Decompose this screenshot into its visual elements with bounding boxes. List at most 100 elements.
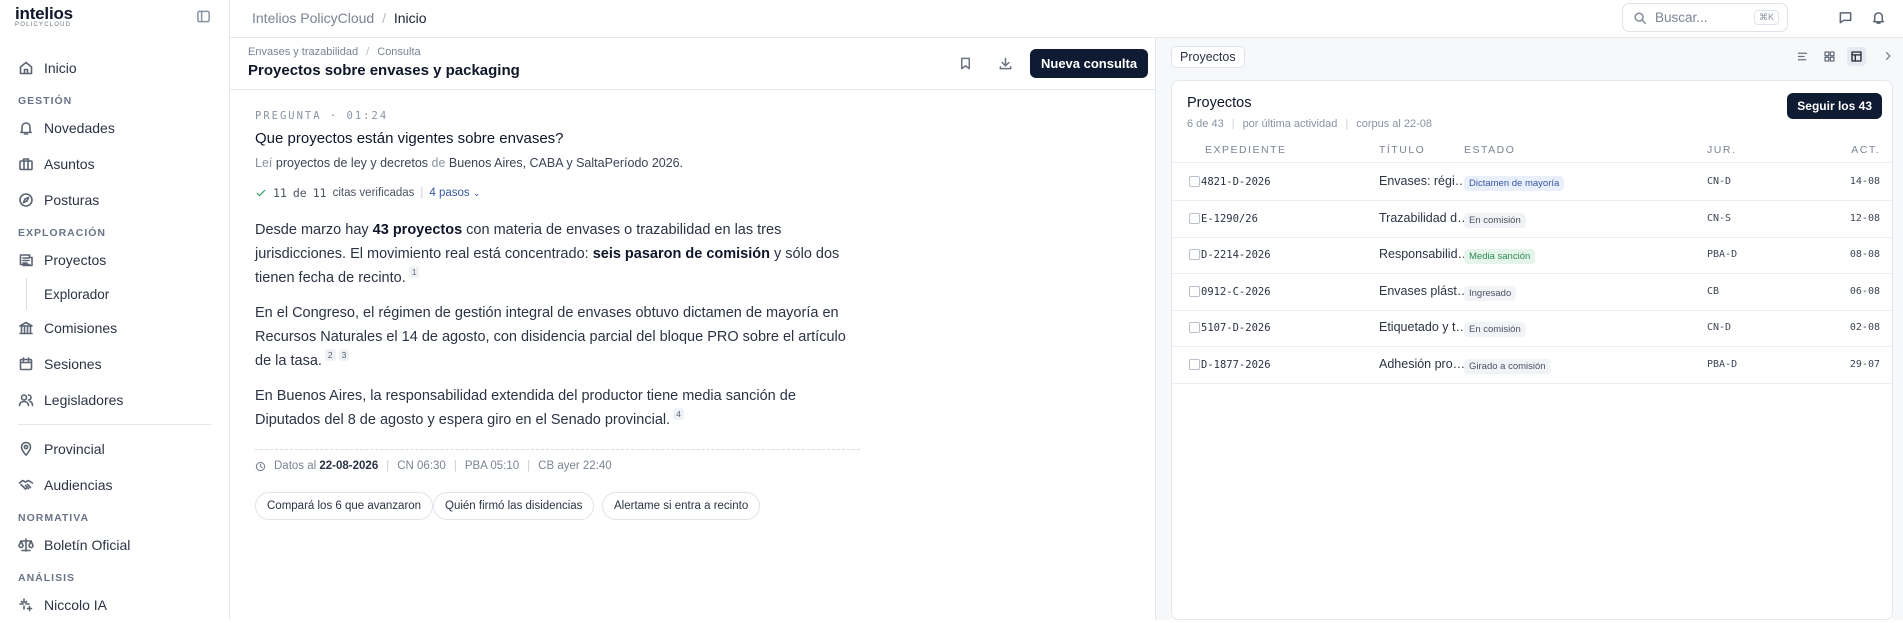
- table-row[interactable]: D-1877-2026 Adhesión provincialGirado a c…: [1172, 347, 1892, 384]
- row-actividad: 02-08: [1849, 322, 1880, 333]
- sidebar-item-novedades[interactable]: Novedades: [0, 110, 229, 146]
- sparkle-icon: [19, 598, 33, 612]
- data-freshness: Datos al 22-08-2026 | CN 06:30 | PBA 05:10…: [255, 460, 612, 472]
- card-title: Proyectos: [1187, 95, 1252, 111]
- freshness-cn: CN 06:30: [397, 460, 446, 472]
- follow-all-button[interactable]: Seguir los 43: [1787, 93, 1882, 119]
- card-subtitle: 6 de 43 | por última actividad | corpus …: [1187, 118, 1433, 130]
- steps-toggle[interactable]: 4 pasos ⌄: [429, 187, 480, 199]
- verification-row: 11 de 11 citas verificadas | 4 pasos ⌄: [255, 186, 480, 200]
- table-row[interactable]: 4821-D-2026 Envases: régimen de gestión i…: [1172, 164, 1892, 201]
- suggestion-chip-compare[interactable]: Compará los 6 que avanzaron: [255, 492, 434, 520]
- breadcrumb-app[interactable]: Intelios PolicyCloud: [252, 10, 374, 26]
- sidebar-item-comisiones[interactable]: Comisiones: [0, 310, 229, 346]
- citation-badge[interactable]: 4: [673, 408, 684, 420]
- row-checkbox[interactable]: [1189, 285, 1200, 297]
- row-expediente[interactable]: 4821-D-2026: [1201, 176, 1271, 188]
- table-row[interactable]: D-2214-2026 Responsabilidad extendida del…: [1172, 237, 1892, 274]
- calendar-icon: [19, 357, 33, 371]
- freshness-pba: PBA 05:10: [464, 460, 520, 472]
- table-view-button[interactable]: [1847, 47, 1866, 66]
- row-expediente[interactable]: E-1290/26: [1201, 213, 1258, 225]
- search-input[interactable]: Buscar... ⌘K: [1622, 3, 1788, 32]
- row-actividad: 12-08: [1849, 212, 1880, 224]
- sidebar-item-proyectos[interactable]: Proyectos: [0, 242, 229, 278]
- pin-icon: [20, 441, 32, 456]
- sidebar-item-provincial[interactable]: Provincial: [0, 431, 229, 467]
- col-titulo[interactable]: TÍTULO: [1379, 144, 1425, 156]
- scope-period: Período 2026.: [604, 156, 684, 170]
- col-estado[interactable]: ESTADO: [1464, 144, 1515, 156]
- sidebar-item-inicio[interactable]: Inicio: [0, 50, 229, 86]
- clock-icon: [255, 461, 266, 471]
- download-icon: [999, 57, 1012, 70]
- row-actividad: 14-08: [1849, 176, 1880, 187]
- bookmark-button[interactable]: [958, 56, 973, 71]
- brand-logo[interactable]: intelios POLICYCLOUD: [15, 4, 73, 28]
- sidebar-nav: Inicio GESTIÓN Novedades Asuntos Postura…: [0, 50, 229, 623]
- separator: |: [420, 187, 424, 199]
- col-act[interactable]: ACT.: [1851, 144, 1880, 156]
- row-jurisdiccion: CN-D: [1707, 176, 1732, 187]
- breadcrumb-separator: /: [382, 10, 386, 26]
- table-row[interactable]: 0912-C-2026 Envases plásticos Ingresado CB 0…: [1172, 274, 1892, 311]
- new-query-button[interactable]: Nueva consulta: [1030, 49, 1149, 78]
- sidebar-item-label: Audiencias: [44, 477, 113, 493]
- row-checkbox[interactable]: [1189, 358, 1200, 370]
- question-label: PREGUNTA · 01:24: [255, 110, 389, 122]
- row-checkbox[interactable]: [1189, 249, 1200, 260]
- row-checkbox[interactable]: [1189, 212, 1200, 224]
- breadcrumb-separator: /: [366, 46, 370, 58]
- row-checkbox[interactable]: [1189, 176, 1200, 187]
- row-checkbox[interactable]: [1189, 322, 1200, 333]
- sidebar-item-audiencias[interactable]: Audiencias: [0, 467, 229, 503]
- row-expediente[interactable]: 5107-D-2026: [1201, 322, 1271, 334]
- sidebar-item-explorador[interactable]: Explorador: [26, 278, 229, 310]
- sidebar-item-label: Sesiones: [44, 356, 102, 372]
- sort-order[interactable]: por última actividad: [1243, 118, 1338, 130]
- row-expediente[interactable]: 0912-C-2026: [1201, 286, 1271, 298]
- answer-paragraph-3: En Buenos Aires, la responsabilidad exte…: [255, 388, 796, 428]
- sidebar-item-label: Novedades: [44, 120, 115, 136]
- suggestion-chip-alert[interactable]: Alertame si entra a recinto: [602, 492, 761, 520]
- chevron-down-icon: ⌄: [472, 188, 481, 198]
- sidebar-item-niccolo-ia[interactable]: Niccolo IA: [0, 587, 229, 623]
- collapse-panel-button[interactable]: [1882, 50, 1894, 62]
- row-titulo: Responsabilidad extendida del productor: [1379, 247, 1471, 261]
- sidebar-item-asuntos[interactable]: Asuntos: [0, 146, 229, 182]
- row-expediente[interactable]: D-2214-2026: [1201, 249, 1271, 261]
- briefcase-icon: [19, 158, 33, 171]
- table-row[interactable]: E-1290/26 Trazabilidad de envasesEn comis…: [1172, 201, 1892, 238]
- sidebar-item-legisladores[interactable]: Legisladores: [0, 382, 229, 418]
- suggestion-chip-dissents[interactable]: Quién firmó las disidencias: [433, 492, 595, 520]
- scope-where: Buenos Aires, CABA y Salta: [448, 156, 605, 170]
- citation-badge[interactable]: 2: [324, 349, 336, 361]
- col-expediente[interactable]: EXPEDIENTE: [1205, 144, 1287, 156]
- sidebar-item-label: Niccolo IA: [44, 597, 108, 613]
- section-normativa: NORMATIVA: [18, 512, 90, 524]
- row-titulo: Etiquetado y trazabilidad: [1379, 320, 1471, 334]
- freshness-date: 22-08-2026: [319, 460, 379, 472]
- breadcrumb-topic[interactable]: Envases y trazabilidad: [248, 46, 358, 58]
- sidebar-item-sesiones[interactable]: Sesiones: [0, 346, 229, 382]
- grid-view-button[interactable]: [1823, 50, 1836, 63]
- notifications-button[interactable]: [1871, 10, 1886, 25]
- citation-badge[interactable]: 3: [338, 349, 350, 361]
- sidebar-item-label: Proyectos: [44, 252, 107, 268]
- sidebar-item-label: Asuntos: [44, 156, 95, 172]
- sidebar-item-posturas[interactable]: Posturas: [0, 182, 229, 218]
- sidebar-collapse-button[interactable]: [196, 9, 211, 24]
- tab-proyectos[interactable]: Proyectos: [1171, 46, 1245, 68]
- messages-button[interactable]: [1838, 10, 1853, 25]
- citation-badge[interactable]: 1: [408, 266, 420, 278]
- list-view-button[interactable]: [1796, 50, 1809, 63]
- sidebar-item-boletin-oficial[interactable]: Boletín Oficial: [0, 527, 229, 563]
- brand-sub: POLICYCLOUD: [15, 22, 72, 28]
- freshness-label: Datos al: [274, 460, 317, 472]
- table-row[interactable]: 5107-D-2026 Etiquetado y trazabilidadEn c…: [1172, 310, 1892, 347]
- list-icon: [1797, 52, 1808, 61]
- col-jur[interactable]: JUR.: [1707, 144, 1736, 156]
- row-expediente[interactable]: D-1877-2026: [1201, 359, 1271, 371]
- scope-read: Leí: [255, 156, 273, 170]
- download-button[interactable]: [998, 56, 1013, 71]
